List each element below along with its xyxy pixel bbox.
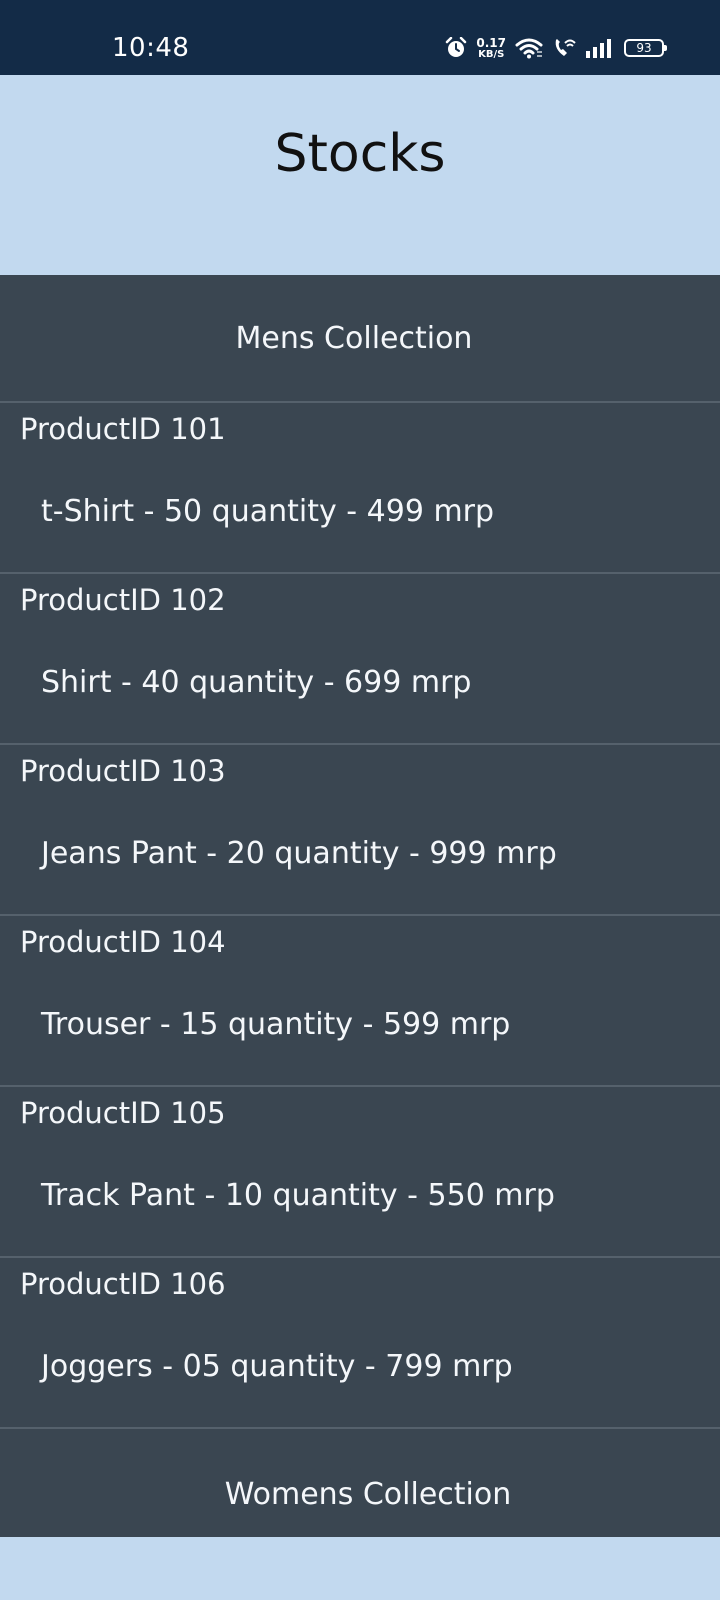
product-details: Shirt - 40 quantity - 699 mrp: [41, 665, 472, 700]
product-row[interactable]: ProductID 103 Jeans Pant - 20 quantity -…: [0, 745, 720, 916]
product-details: t-Shirt - 50 quantity - 499 mrp: [41, 494, 495, 529]
product-id: ProductID 104: [20, 925, 226, 959]
product-id: ProductID 102: [20, 583, 226, 617]
net-speed: 0.17 KB/S: [476, 37, 506, 60]
wifi-icon: [515, 37, 543, 59]
product-row[interactable]: ProductID 101 t-Shirt - 50 quantity - 49…: [0, 403, 720, 574]
page-title: Stocks: [274, 124, 446, 184]
battery-icon: 93: [624, 39, 667, 57]
product-id: ProductID 101: [20, 412, 226, 446]
product-details: Joggers - 05 quantity - 799 mrp: [41, 1349, 513, 1384]
collection-panel: Mens Collection ProductID 101 t-Shirt - …: [0, 275, 720, 1537]
product-details: Trouser - 15 quantity - 599 mrp: [41, 1007, 511, 1042]
product-row[interactable]: ProductID 104 Trouser - 15 quantity - 59…: [0, 916, 720, 1087]
womens-collection-header[interactable]: Womens Collection: [0, 1429, 720, 1535]
product-id: ProductID 105: [20, 1096, 226, 1130]
product-id: ProductID 106: [20, 1267, 226, 1301]
product-row[interactable]: ProductID 105 Track Pant - 10 quantity -…: [0, 1087, 720, 1258]
net-speed-unit: KB/S: [478, 48, 505, 60]
status-time: 10:48: [112, 33, 190, 63]
wifi-calling-icon: [552, 37, 576, 59]
alarm-icon: [445, 37, 467, 59]
status-icons: 0.17 KB/S 93: [445, 33, 667, 63]
app-header: Stocks: [0, 75, 720, 275]
mens-collection-header[interactable]: Mens Collection: [0, 275, 720, 403]
product-id: ProductID 103: [20, 754, 226, 788]
product-row[interactable]: ProductID 102 Shirt - 40 quantity - 699 …: [0, 574, 720, 745]
signal-icon: [585, 38, 615, 58]
status-bar: 10:48 0.17 KB/S 93: [0, 0, 720, 75]
net-speed-value: 0.17: [476, 35, 506, 50]
product-details: Track Pant - 10 quantity - 550 mrp: [41, 1178, 555, 1213]
product-row[interactable]: ProductID 106 Joggers - 05 quantity - 79…: [0, 1258, 720, 1429]
product-details: Jeans Pant - 20 quantity - 999 mrp: [41, 836, 557, 871]
